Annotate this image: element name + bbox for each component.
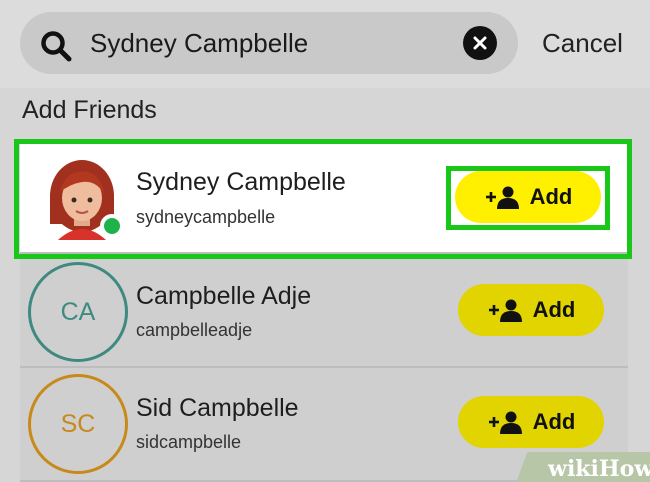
online-status-indicator bbox=[100, 214, 124, 238]
contact-name: Sydney Campbelle bbox=[136, 168, 346, 196]
add-friend-icon bbox=[488, 411, 522, 434]
contact-username: sidcampbelle bbox=[136, 432, 242, 452]
search-input[interactable]: Sydney Campbelle bbox=[90, 28, 308, 59]
watermark-logo: wikiHow bbox=[548, 456, 650, 482]
avatar[interactable]: SC bbox=[28, 374, 128, 474]
add-friend-button[interactable]: Add bbox=[458, 284, 604, 336]
add-friend-icon bbox=[485, 186, 519, 209]
close-icon bbox=[473, 36, 487, 50]
add-friend-icon bbox=[488, 299, 522, 322]
section-title: Add Friends bbox=[22, 96, 157, 124]
contact-username: campbelleadje bbox=[136, 320, 253, 340]
contact-name: Sid Campbelle bbox=[136, 394, 299, 422]
avatar-initials: SC bbox=[60, 409, 96, 438]
search-icon bbox=[41, 31, 72, 62]
contact-name: Campbelle Adje bbox=[136, 282, 312, 310]
add-button-label: Add bbox=[529, 184, 573, 209]
add-button-label: Add bbox=[532, 409, 576, 434]
avatar[interactable]: CA bbox=[28, 262, 128, 362]
cancel-button[interactable]: Cancel bbox=[542, 28, 623, 59]
clear-search-button[interactable] bbox=[463, 26, 497, 60]
add-friend-button[interactable]: Add bbox=[458, 396, 604, 448]
add-button-label: Add bbox=[532, 297, 576, 322]
contact-username: sydneycampbelle bbox=[136, 207, 276, 227]
avatar-initials: CA bbox=[60, 297, 96, 326]
add-friend-button[interactable]: Add bbox=[455, 171, 601, 223]
